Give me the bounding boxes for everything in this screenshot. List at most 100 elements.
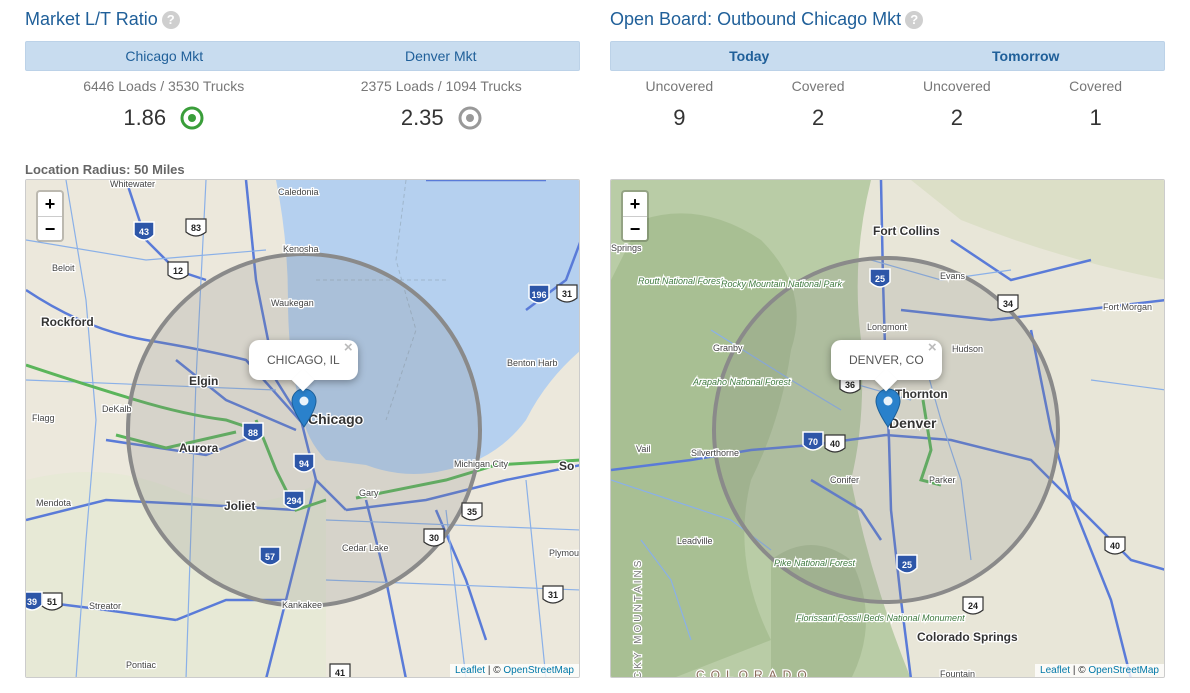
zoom-in-button[interactable]: + bbox=[38, 192, 62, 216]
map-place-label: Benton Harb bbox=[507, 358, 558, 368]
map-place-label: Elgin bbox=[189, 374, 218, 388]
map-place-label: Hudson bbox=[952, 344, 983, 354]
shield-number: 294 bbox=[286, 496, 301, 506]
map-marker-icon[interactable] bbox=[291, 388, 317, 428]
map-place-label: Plymou bbox=[549, 548, 579, 558]
shield-number: 39 bbox=[27, 597, 37, 607]
attribution-separator: | © bbox=[1070, 665, 1089, 676]
leaflet-link[interactable]: Leaflet bbox=[455, 665, 485, 676]
shield-number: 31 bbox=[562, 289, 572, 299]
shield-number: 25 bbox=[902, 560, 912, 570]
route-shield-icon: 35 bbox=[461, 502, 483, 521]
denver-map-tiles[interactable]: Springs Fort Collins Evans Routt National F… bbox=[611, 180, 1165, 678]
denver-stats: 2375 Loads / 1094 Trucks 2.35 bbox=[303, 78, 581, 130]
route-shield-icon: 51 bbox=[41, 592, 63, 611]
shield-number: 30 bbox=[429, 533, 439, 543]
day-tabs: Today Tomorrow bbox=[610, 41, 1165, 71]
map-place-label: Mendota bbox=[36, 498, 71, 508]
zoom-out-button[interactable]: − bbox=[38, 216, 62, 240]
route-shield-icon: 30 bbox=[423, 528, 445, 547]
map-place-label: Kenosha bbox=[283, 244, 319, 254]
map-place-label: Colorado Springs bbox=[917, 630, 1018, 644]
shield-number: 51 bbox=[47, 597, 57, 607]
map-place-label: Streator bbox=[89, 601, 121, 611]
stat-value: 2 bbox=[812, 105, 825, 130]
stat-label: Uncovered bbox=[923, 78, 991, 94]
interstate-shield-icon: 25 bbox=[896, 554, 918, 574]
map-place-label: So bbox=[559, 459, 574, 473]
osm-link[interactable]: OpenStreetMap bbox=[503, 665, 574, 676]
shield-number: 31 bbox=[548, 590, 558, 600]
map-place-label: Vail bbox=[636, 444, 650, 454]
chicago-map[interactable]: Whitewater Caledonia Kenosha Beloit Waukegan… bbox=[25, 179, 580, 678]
tab-today[interactable]: Today bbox=[611, 42, 888, 70]
interstate-shield-icon: 70 bbox=[802, 431, 824, 451]
market-ratio-title: Market L/T Ratio ? bbox=[25, 9, 180, 30]
denver-popup: DENVER, CO × bbox=[831, 339, 942, 392]
map-place-label: Granby bbox=[713, 343, 743, 353]
map-place-label: Fort Morgan bbox=[1103, 302, 1152, 312]
tab-chicago-mkt[interactable]: Chicago Mkt bbox=[26, 42, 303, 70]
shield-number: 36 bbox=[845, 380, 855, 390]
map-place-label: ROCKY MOUNTAINS bbox=[633, 558, 644, 678]
map-place-label: Gary bbox=[359, 488, 379, 498]
denver-ratio: 2.35 bbox=[303, 106, 581, 130]
shield-number: 88 bbox=[248, 428, 258, 438]
zoom-control: + − bbox=[36, 190, 64, 242]
zoom-out-button[interactable]: − bbox=[623, 216, 647, 240]
map-marker-icon[interactable] bbox=[875, 388, 901, 428]
popup-text: CHICAGO, IL bbox=[267, 353, 340, 367]
interstate-shield-icon: 39 bbox=[26, 591, 43, 611]
osm-link[interactable]: OpenStreetMap bbox=[1088, 665, 1159, 676]
map-place-label: Routt National Forest bbox=[638, 276, 724, 286]
denver-map[interactable]: Springs Fort Collins Evans Routt National F… bbox=[610, 179, 1165, 678]
map-place-label: Springs bbox=[611, 243, 642, 253]
shield-number: 94 bbox=[299, 459, 309, 469]
tab-denver-mkt[interactable]: Denver Mkt bbox=[303, 42, 580, 70]
map-place-label: Whitewater bbox=[110, 180, 155, 189]
map-place-label: Leadville bbox=[677, 536, 713, 546]
route-shield-icon: 24 bbox=[962, 596, 984, 615]
map-place-label: Parker bbox=[929, 475, 956, 485]
map-place-label: Michigan City bbox=[454, 459, 509, 469]
map-attribution: Leaflet | © OpenStreetMap bbox=[1035, 664, 1164, 677]
map-place-label: Longmont bbox=[867, 322, 908, 332]
shield-number: 35 bbox=[467, 507, 477, 517]
target-icon bbox=[458, 106, 482, 130]
close-icon[interactable]: × bbox=[928, 328, 937, 368]
tab-tomorrow[interactable]: Tomorrow bbox=[888, 42, 1165, 70]
today-uncovered: Uncovered 9 bbox=[610, 78, 749, 130]
interstate-shield-icon: 43 bbox=[133, 221, 155, 241]
route-shield-icon: 31 bbox=[542, 585, 564, 604]
help-icon[interactable]: ? bbox=[905, 10, 924, 29]
market-tabs: Chicago Mkt Denver Mkt bbox=[25, 41, 580, 71]
close-icon[interactable]: × bbox=[344, 328, 353, 368]
route-shield-icon: 31 bbox=[556, 284, 578, 303]
market-stats: 6446 Loads / 3530 Trucks 1.86 2375 Loads… bbox=[25, 78, 580, 130]
zoom-in-button[interactable]: + bbox=[623, 192, 647, 216]
map-place-label: Cedar Lake bbox=[342, 543, 389, 553]
route-shield-icon: 40 bbox=[1104, 536, 1126, 555]
interstate-shield-icon: 25 bbox=[869, 268, 891, 288]
map-place-label: Aurora bbox=[179, 441, 219, 455]
route-shield-icon: 40 bbox=[824, 434, 846, 453]
open-board-title-text: Open Board: Outbound Chicago Mkt bbox=[610, 9, 902, 29]
map-place-label: DeKalb bbox=[102, 404, 132, 414]
chicago-ratio-value: 1.86 bbox=[123, 105, 167, 130]
help-icon[interactable]: ? bbox=[161, 10, 180, 29]
map-attribution: Leaflet | © OpenStreetMap bbox=[450, 664, 579, 677]
interstate-shield-icon: 196 bbox=[528, 284, 550, 304]
map-place-label: Rockford bbox=[41, 315, 94, 329]
chicago-ratio: 1.86 bbox=[25, 106, 303, 130]
map-place-label: Conifer bbox=[830, 475, 859, 485]
shield-number: 41 bbox=[335, 668, 345, 678]
chicago-stats: 6446 Loads / 3530 Trucks 1.86 bbox=[25, 78, 303, 130]
open-board-title: Open Board: Outbound Chicago Mkt ? bbox=[610, 9, 924, 30]
stat-value: 9 bbox=[673, 105, 686, 130]
chicago-popup: CHICAGO, IL × bbox=[249, 339, 358, 392]
leaflet-link[interactable]: Leaflet bbox=[1040, 665, 1070, 676]
map-place-label: Caledonia bbox=[278, 187, 319, 197]
stat-label: Uncovered bbox=[645, 78, 714, 94]
shield-number: 43 bbox=[139, 227, 149, 237]
chicago-map-tiles[interactable]: Whitewater Caledonia Kenosha Beloit Waukegan… bbox=[26, 180, 580, 678]
